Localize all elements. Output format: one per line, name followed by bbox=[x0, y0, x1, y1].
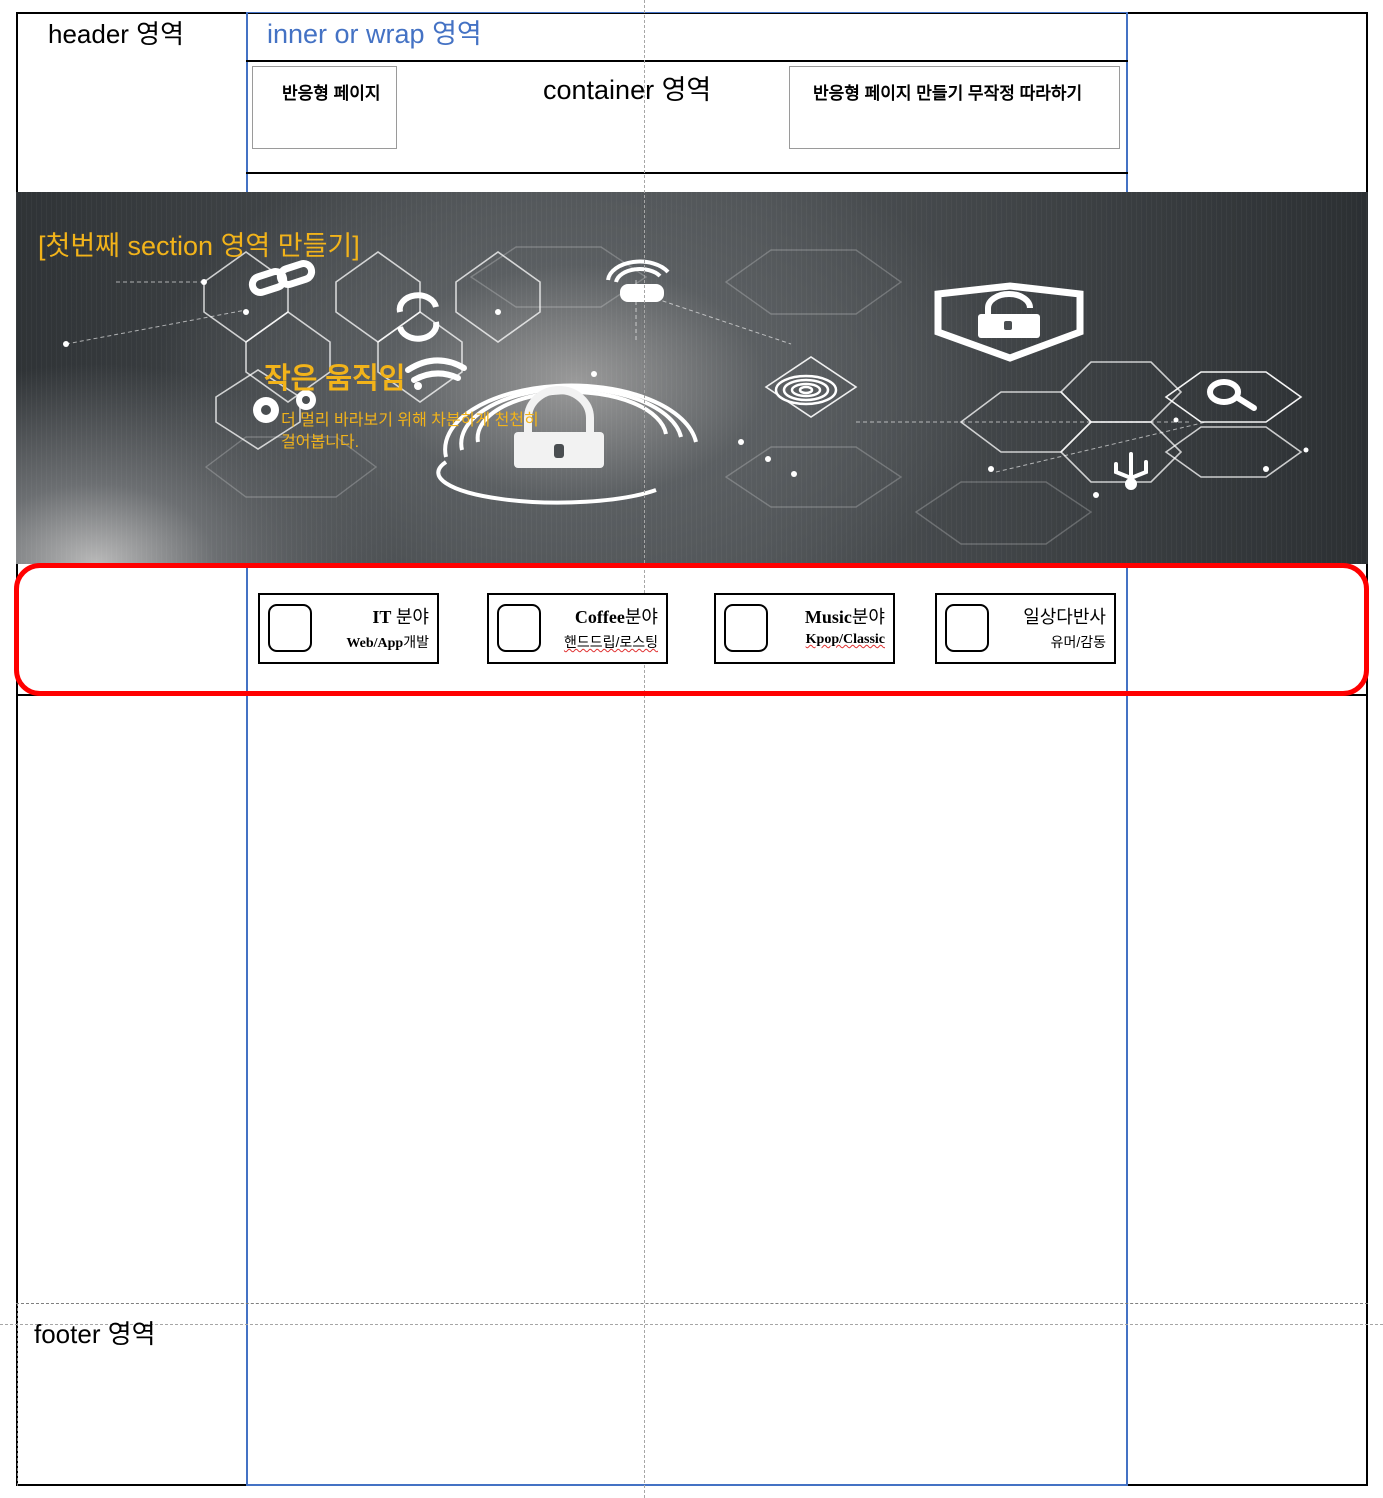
hero-description-line: 더 멀리 바라보기 위해 차분하게 천천히 bbox=[281, 412, 539, 429]
footer-divider bbox=[16, 1303, 1368, 1304]
header-divider-bottom bbox=[246, 172, 1128, 174]
node-dot bbox=[63, 341, 69, 347]
category-highlight-outline bbox=[14, 563, 1369, 696]
node-dot bbox=[201, 279, 207, 285]
logo-box[interactable]: 반응형 페이지 bbox=[252, 66, 397, 149]
center-guide bbox=[644, 0, 645, 1498]
shield-lock-icon bbox=[934, 282, 1084, 362]
wifi-icon bbox=[405, 357, 467, 390]
wrap-area-label: inner or wrap 영역 bbox=[267, 19, 482, 49]
footer-area-label: footer 영역 bbox=[34, 1319, 156, 1349]
hex-left-1 bbox=[203, 251, 289, 343]
node-dot bbox=[591, 371, 597, 377]
node-dot bbox=[1263, 466, 1269, 472]
section-title: [첫번째 section 영역 만들기] bbox=[38, 231, 360, 261]
fingerprint-icon bbox=[774, 374, 838, 406]
hex-right-4 bbox=[1164, 426, 1303, 478]
hex-faint-5 bbox=[724, 446, 903, 508]
node-dot bbox=[1303, 447, 1309, 453]
hero-description: 더 멀리 바라보기 위해 차분하게 천천히 걸어봅니다. bbox=[281, 410, 611, 454]
node-dot bbox=[495, 309, 501, 315]
header-area-label: header 영역 bbox=[48, 19, 185, 49]
hex-faint-1 bbox=[724, 249, 903, 315]
node-dot bbox=[988, 466, 994, 472]
usb-icon bbox=[1114, 452, 1148, 490]
container-area-label: container 영역 bbox=[543, 75, 712, 105]
hero-description-line: 걸어봅니다. bbox=[281, 434, 360, 451]
hero-banner: [첫번째 section 영역 만들기] 작은 움직임 더 멀리 바라보기 위해… bbox=[16, 192, 1368, 564]
nav-box[interactable]: 반응형 페이지 만들기 무작정 따라하기 bbox=[789, 66, 1120, 149]
link-icon bbox=[248, 260, 316, 296]
net-line-1 bbox=[65, 309, 247, 345]
hex-left-6 bbox=[455, 251, 541, 343]
node-dot bbox=[1173, 417, 1179, 423]
nav-text: 반응형 페이지 만들기 무작정 따라하기 bbox=[813, 84, 1083, 103]
node-dot bbox=[1093, 492, 1099, 498]
refresh-icon bbox=[396, 292, 440, 342]
footer-guide bbox=[0, 1324, 1383, 1325]
node-dot bbox=[738, 439, 744, 445]
logo-text: 반응형 페이지 bbox=[282, 84, 381, 103]
hero-heading: 작은 움직임 bbox=[264, 363, 406, 395]
node-dot bbox=[243, 309, 249, 315]
search-icon bbox=[1207, 379, 1257, 411]
hex-right-2 bbox=[1059, 361, 1183, 423]
net-line-5 bbox=[995, 421, 1207, 473]
hex-faint-2 bbox=[914, 481, 1093, 545]
node-dot bbox=[791, 471, 797, 477]
header-divider-top bbox=[246, 60, 1128, 62]
node-dot bbox=[765, 456, 771, 462]
footer-edge bbox=[17, 1303, 18, 1486]
signal-tower-icon bbox=[606, 259, 670, 302]
